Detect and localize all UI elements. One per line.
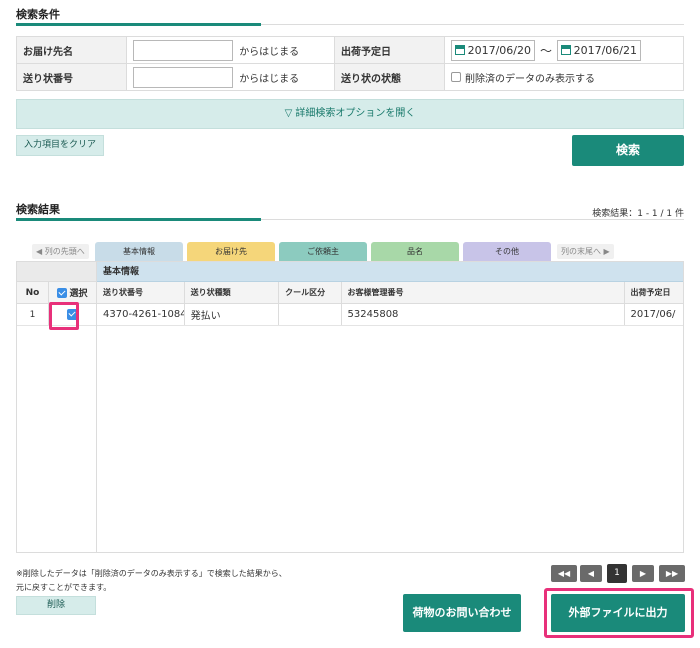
- delivery-name-label: お届け先名: [16, 36, 127, 64]
- tracking-no-input[interactable]: [133, 66, 233, 88]
- package-inquiry-button[interactable]: 荷物のお問い合わせ: [403, 594, 521, 632]
- export-file-button[interactable]: 外部ファイルに出力: [551, 594, 685, 632]
- tab-item-name[interactable]: 品名: [371, 242, 459, 261]
- cell-cool-type: [279, 304, 342, 325]
- search-section-title: 検索条件: [16, 8, 60, 21]
- date-to-value: 2017/06/21: [573, 43, 638, 57]
- deleted-only-label: 削除済のデータのみ表示する: [465, 73, 595, 85]
- search-form: お届け先名 からはじまる 出荷予定日 2017/06/20 〜 2017/06/21…: [16, 36, 684, 91]
- tab-requester[interactable]: ご依頼主: [279, 242, 367, 261]
- pager-last-button[interactable]: ▶▶: [659, 565, 685, 582]
- column-headers: 送り状番号 送り状種類 クール区分 お客様管理番号 出荷予定日: [97, 282, 683, 304]
- tab-other[interactable]: その他: [463, 242, 551, 261]
- cell-ship-date: 2017/06/: [630, 309, 676, 320]
- col-customer-mgmt-no: お客様管理番号: [342, 282, 625, 303]
- date-from-field[interactable]: 2017/06/20: [451, 39, 535, 61]
- delivery-name-suffix: からはじまる: [239, 46, 300, 58]
- results-grid: No 選択 1 基本情報 送り状番号 送り状種類 クール区分 お客様管理番号 出…: [16, 261, 684, 553]
- delete-note: ※削除したデータは「削除済のデータのみ表示する」で検索した結果から、 元に戻すこ…: [16, 567, 287, 595]
- result-count: 検索結果：1 - 1 / 1 件: [592, 209, 684, 219]
- select-all-checkbox[interactable]: [57, 287, 68, 298]
- date-from-value: 2017/06/20: [467, 43, 531, 57]
- tab-delivery[interactable]: お届け先: [187, 242, 275, 261]
- calendar-icon[interactable]: [455, 45, 465, 55]
- table-row[interactable]: 4370-4261-1084 発払い 53245808 2017/06/: [97, 304, 683, 326]
- search-title-divider: [261, 24, 684, 25]
- results-section-title: 検索結果: [16, 203, 60, 216]
- deleted-only-checkbox[interactable]: [451, 72, 461, 82]
- pager-first-button[interactable]: ◀◀: [551, 565, 577, 582]
- delete-button[interactable]: 削除: [16, 596, 96, 615]
- row-no: 1: [17, 304, 49, 325]
- cell-customer-mgmt-no: 53245808: [342, 304, 625, 325]
- col-select-label: 選択: [69, 289, 88, 299]
- cell-tracking-no: 4370-4261-1084: [97, 304, 185, 325]
- scroll-columns: 基本情報 送り状番号 送り状種類 クール区分 お客様管理番号 出荷予定日 437…: [97, 262, 683, 552]
- nav-first-column[interactable]: ◀ 列の先頭へ: [32, 244, 89, 259]
- col-slip-type: 送り状種類: [185, 282, 280, 303]
- cell-slip-type: 発払い: [185, 304, 280, 325]
- group-header-basic-info: 基本情報: [97, 262, 683, 282]
- pager-current-page[interactable]: 1: [607, 564, 627, 583]
- ship-date-label: 出荷予定日: [334, 36, 445, 64]
- results-title-underline: [16, 218, 261, 221]
- search-title-underline: [16, 23, 261, 26]
- row-checkbox-highlight: [49, 302, 79, 330]
- delete-note-line1: ※削除したデータは「削除済のデータのみ表示する」で検索した結果から、: [16, 569, 287, 578]
- date-range-separator: 〜: [540, 43, 553, 58]
- delivery-name-input[interactable]: [133, 39, 233, 61]
- results-title-divider: [261, 219, 684, 220]
- tracking-no-label: 送り状番号: [16, 63, 127, 91]
- pager-prev-button[interactable]: ◀: [580, 565, 602, 582]
- nav-last-column[interactable]: 列の末尾へ ▶: [557, 244, 614, 259]
- status-label: 送り状の状態: [334, 63, 445, 91]
- clear-button[interactable]: 入力項目をクリア: [16, 135, 104, 156]
- col-ship-date: 出荷予定日: [630, 288, 671, 297]
- col-tracking-no: 送り状番号: [97, 282, 185, 303]
- pager-next-button[interactable]: ▶: [632, 565, 654, 582]
- date-to-field[interactable]: 2017/06/21: [557, 39, 642, 61]
- tracking-no-suffix: からはじまる: [239, 73, 300, 85]
- col-cool-type: クール区分: [279, 282, 342, 303]
- delete-note-line2: 元に戻すことができます。: [16, 583, 112, 592]
- col-no-header: No: [17, 282, 49, 303]
- col-select-header: 選択: [49, 282, 96, 303]
- fixed-header: No 選択: [17, 282, 96, 304]
- search-button[interactable]: 検索: [572, 135, 684, 166]
- tab-basic-info[interactable]: 基本情報: [95, 242, 183, 261]
- detail-options-toggle[interactable]: ▽ 詳細検索オプションを開く: [16, 99, 684, 129]
- calendar-icon[interactable]: [561, 45, 571, 55]
